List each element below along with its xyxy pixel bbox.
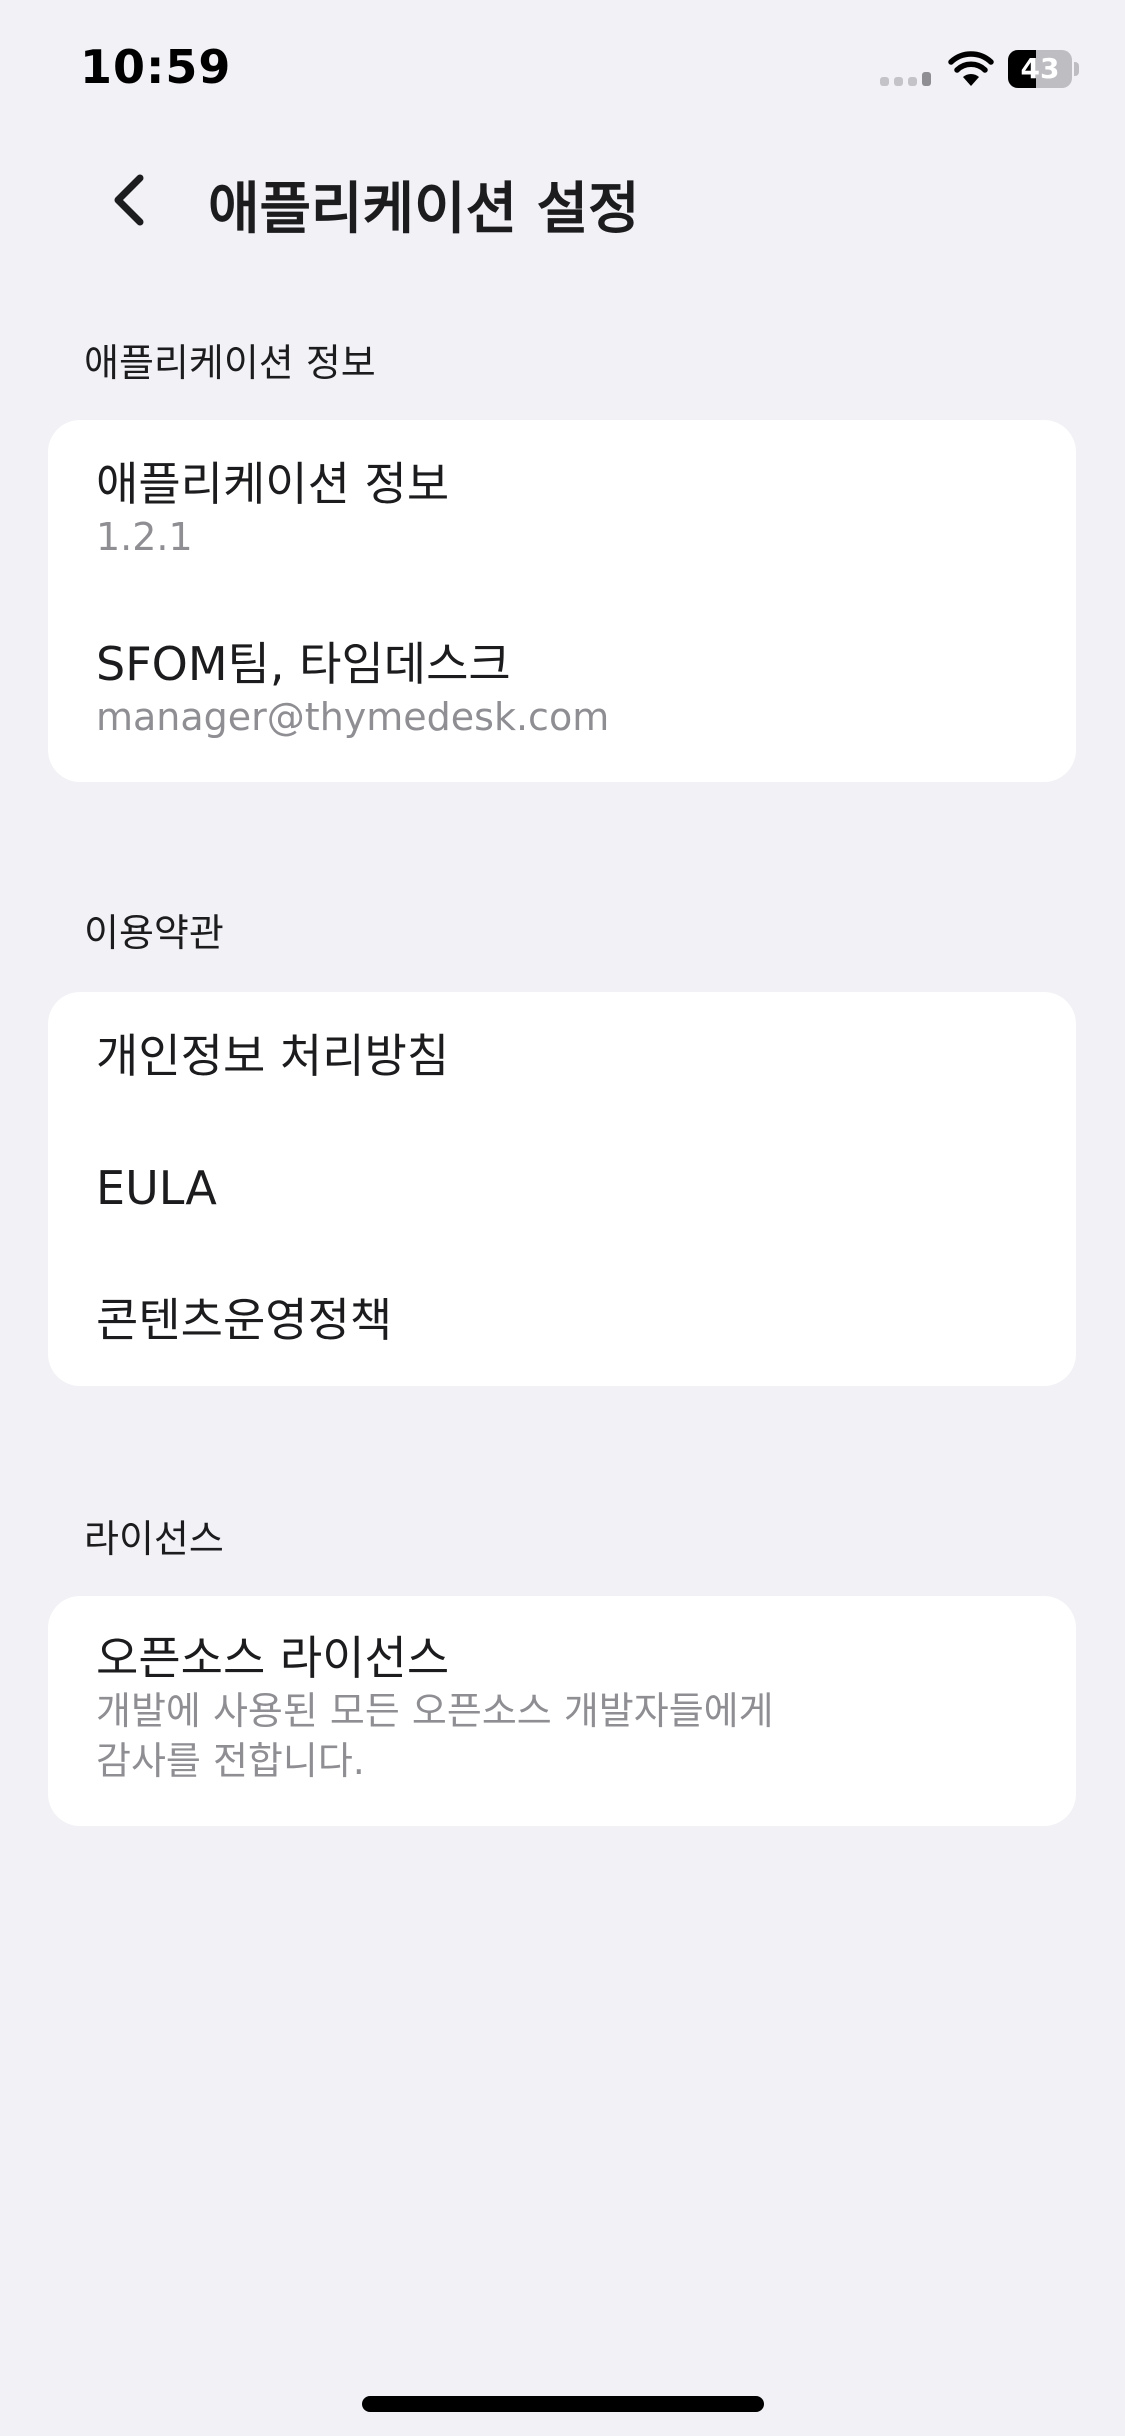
row-subtitle-line1: 개발에 사용된 모든 오픈소스 개발자들에게 <box>96 1689 774 1733</box>
row-title: 개인정보 처리방침 <box>96 1029 450 1083</box>
row-title: EULA <box>96 1161 217 1215</box>
card-app-info: 애플리케이션 정보 1.2.1 SFOM팀, 타임데스크 manager@thy… <box>48 420 1076 782</box>
signal-icon <box>880 72 934 86</box>
row-eula[interactable]: EULA <box>96 1160 1076 1216</box>
wifi-icon <box>948 51 994 86</box>
row-title: 오픈소스 라이선스 <box>96 1631 450 1685</box>
row-privacy-policy[interactable]: 개인정보 처리방침 <box>96 1028 1076 1084</box>
status-time: 10:59 <box>80 40 232 94</box>
card-terms: 개인정보 처리방침 EULA 콘텐츠운영정책 <box>48 992 1076 1386</box>
battery-icon: 43 <box>1008 50 1079 88</box>
section-header-license: 라이선스 <box>84 1517 224 1561</box>
row-subtitle-line2: 감사를 전합니다. <box>96 1739 365 1783</box>
battery-level: 43 <box>1020 52 1060 85</box>
row-content-policy[interactable]: 콘텐츠운영정책 <box>96 1292 1076 1348</box>
row-app-version[interactable]: 애플리케이션 정보 1.2.1 <box>96 456 1076 562</box>
chevron-left-icon[interactable] <box>100 168 164 232</box>
row-title: 애플리케이션 정보 <box>96 457 450 511</box>
row-open-source-license[interactable]: 오픈소스 라이선스 개발에 사용된 모든 오픈소스 개발자들에게 감사를 전합니… <box>96 1630 1076 1786</box>
section-header-terms: 이용약관 <box>84 911 224 955</box>
status-bar: 10:59 43 <box>0 0 1125 140</box>
row-subtitle: 1.2.1 <box>96 515 193 559</box>
row-subtitle: manager@thymedesk.com <box>96 695 610 739</box>
nav-header: 애플리케이션 설정 <box>0 150 1125 250</box>
row-title: 콘텐츠운영정책 <box>96 1293 393 1347</box>
row-developer-contact[interactable]: SFOM팀, 타임데스크 manager@thymedesk.com <box>96 636 1076 742</box>
page-title: 애플리케이션 설정 <box>208 177 640 242</box>
row-title: SFOM팀, 타임데스크 <box>96 637 511 691</box>
card-license: 오픈소스 라이선스 개발에 사용된 모든 오픈소스 개발자들에게 감사를 전합니… <box>48 1596 1076 1826</box>
home-indicator[interactable] <box>362 2396 764 2412</box>
section-header-app-info: 애플리케이션 정보 <box>84 341 376 385</box>
